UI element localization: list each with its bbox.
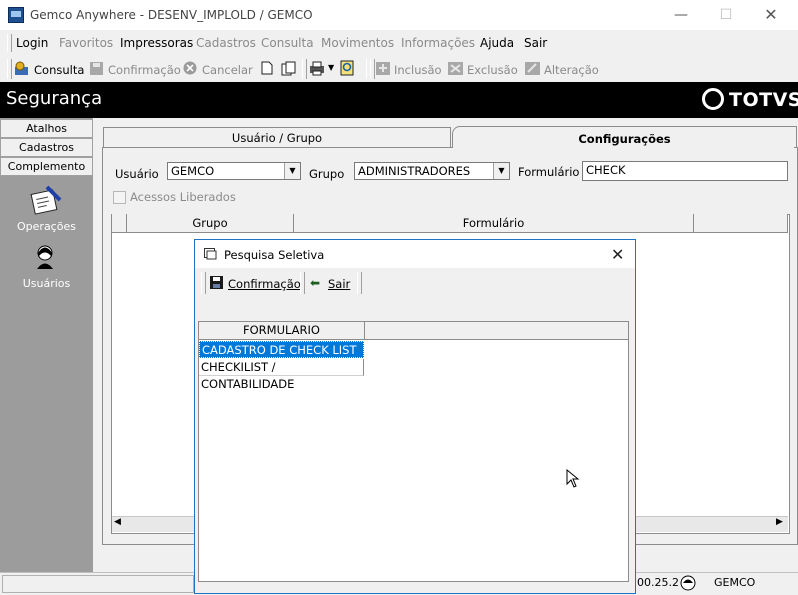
dialog-grid-header-empty (365, 322, 628, 340)
menu-item-favoritos[interactable]: Favoritos (59, 36, 113, 50)
left-tab-complemento[interactable]: Complemento (0, 157, 93, 176)
consulta-button[interactable]: Consulta (34, 63, 84, 77)
module-title: Segurança (6, 88, 103, 109)
copy-document-icon[interactable] (281, 61, 297, 76)
cancel-icon (183, 61, 197, 75)
scroll-left-icon[interactable]: ◀ (114, 517, 121, 527)
list-item[interactable]: CADASTRO DE CHECK LIST (199, 341, 364, 358)
alteracao-button[interactable]: Alteração (544, 63, 599, 77)
users-icon[interactable] (33, 244, 57, 270)
cancelar-button[interactable]: Cancelar (202, 63, 253, 77)
formulario-label: Formulário (518, 165, 580, 179)
operations-icon[interactable] (29, 183, 63, 217)
dialog-confirm-button[interactable]: Confirmação (228, 277, 301, 291)
new-document-icon[interactable] (261, 61, 273, 75)
menu-item-movimentos[interactable]: Movimentos (321, 36, 394, 50)
formulario-value: CHECK (586, 163, 626, 177)
dialog-toolbar-grip (201, 272, 206, 294)
chevron-down-icon[interactable]: ▼ (493, 163, 509, 179)
inclusao-icon (376, 62, 390, 75)
usuario-combo[interactable]: GEMCO ▼ (167, 162, 301, 180)
dialog-toolbar-separator (300, 272, 305, 294)
dialog-confirm-label: Confirmação (228, 277, 301, 291)
consulta-icon (15, 61, 28, 75)
list-item[interactable]: CHECKILIST / CONTABILIDADE (199, 359, 364, 391)
arrow-left-icon: ⬅ (310, 276, 321, 290)
dialog-title: Pesquisa Seletiva (224, 248, 325, 262)
toolbar-separator (302, 59, 307, 79)
user-status-icon (680, 575, 696, 591)
confirmacao-button[interactable]: Confirmação (108, 63, 181, 77)
dialog-toolbar-separator (357, 272, 362, 294)
grupo-value: ADMINISTRADORES (358, 164, 471, 178)
menu-item-informacoes[interactable]: Informações (401, 36, 475, 50)
left-tab-cadastros[interactable]: Cadastros (0, 138, 93, 157)
dialog-close-button[interactable]: ✕ (611, 245, 624, 264)
menu-item-cadastros[interactable]: Cadastros (196, 36, 256, 50)
maximize-button[interactable]: ☐ (703, 0, 749, 30)
printer-icon[interactable] (309, 61, 325, 76)
status-user: GEMCO (714, 576, 756, 589)
shortcut-operacoes[interactable]: Operações (0, 220, 93, 233)
menu-item-sair[interactable]: Sair (524, 36, 547, 50)
printer-dropdown-icon[interactable]: ▼ (328, 63, 334, 72)
dialog-grid-header-formulario[interactable]: FORMULARIO (199, 322, 365, 340)
module-header (0, 82, 798, 118)
grupo-combo[interactable]: ADMINISTRADORES ▼ (354, 162, 510, 180)
left-tab-atalhos[interactable]: Atalhos (0, 119, 93, 138)
mouse-cursor-icon (566, 469, 580, 488)
minimize-button[interactable]: — (658, 0, 704, 30)
dialog-exit-button[interactable]: Sair (328, 277, 350, 291)
scroll-right-icon[interactable]: ▶ (776, 517, 783, 527)
usuario-value: GEMCO (171, 164, 215, 178)
totvs-logo-icon (702, 88, 724, 110)
exclusao-icon (448, 62, 463, 75)
usuario-label: Usuário (115, 167, 159, 181)
shortcut-usuarios[interactable]: Usuários (0, 277, 93, 290)
formulario-input[interactable]: CHECK (582, 161, 788, 181)
alteracao-icon (525, 62, 540, 75)
close-button[interactable]: ✕ (748, 0, 794, 30)
grid-header-formulario[interactable]: Formulário (294, 214, 694, 233)
menu-item-login[interactable]: Login (16, 36, 48, 50)
tab-usuario-grupo[interactable]: Usuário / Grupo (103, 127, 451, 148)
menu-grip[interactable] (7, 34, 12, 52)
totvs-logo: TOTVS (729, 89, 798, 111)
chevron-down-icon[interactable]: ▼ (284, 163, 300, 179)
app-icon (8, 7, 24, 23)
save-icon (210, 276, 223, 289)
grid-header-extra (694, 214, 788, 233)
dialog-exit-label: Sair (328, 277, 351, 291)
dialog-window-icon (204, 248, 217, 260)
inclusao-button[interactable]: Inclusão (394, 63, 442, 77)
acessos-checkbox[interactable] (113, 191, 126, 204)
menu-item-impressoras[interactable]: Impressoras (120, 36, 193, 50)
menu-item-consulta[interactable]: Consulta (261, 36, 314, 50)
grid-header-grupo[interactable]: Grupo (127, 214, 294, 233)
grupo-label: Grupo (309, 167, 345, 181)
toolbar-grip[interactable] (7, 59, 12, 79)
window-title: Gemco Anywhere - DESENV_IMPLOLD / GEMCO (30, 8, 313, 22)
grid-corner (112, 214, 127, 233)
save-icon (90, 62, 103, 75)
toolbar-separator (370, 59, 375, 79)
status-panel (2, 575, 194, 593)
acessos-label: Acessos Liberados (130, 190, 236, 204)
menu-item-ajuda[interactable]: Ajuda (480, 36, 514, 50)
search-help-icon[interactable] (339, 60, 356, 76)
active-tab-gap (453, 146, 794, 148)
exclusao-button[interactable]: Exclusão (467, 63, 518, 77)
status-version: 00.25.2 (637, 576, 679, 589)
